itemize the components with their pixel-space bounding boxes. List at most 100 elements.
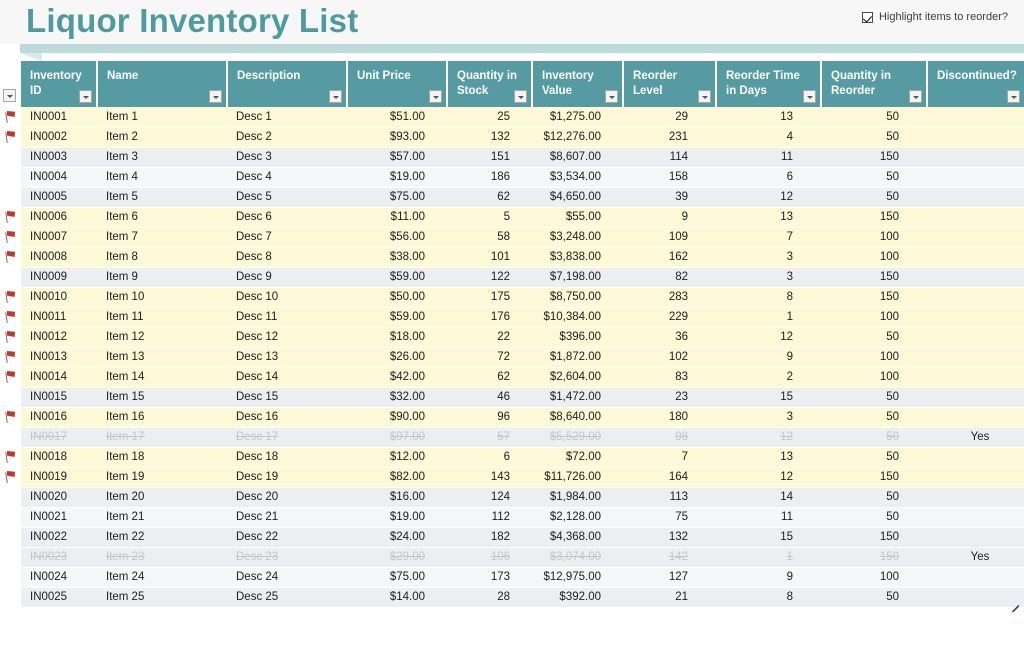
cell-description[interactable]: Desc 12 — [227, 327, 347, 347]
cell-inventory-id[interactable]: IN0023 — [21, 547, 97, 567]
cell-reorder-level[interactable]: 162 — [623, 247, 716, 267]
cell-reorder-level[interactable]: 114 — [623, 147, 716, 167]
cell-reorder-time-days[interactable]: 3 — [716, 407, 821, 427]
cell-unit-price[interactable]: $97.00 — [347, 427, 447, 447]
table-row[interactable]: IN0023Item 23Desc 23$29.00106$3,074.0014… — [0, 547, 1024, 567]
cell-reorder-level[interactable]: 229 — [623, 307, 716, 327]
cell-description[interactable]: Desc 20 — [227, 487, 347, 507]
highlight-reorder-toggle[interactable]: Highlight items to reorder? — [862, 11, 1008, 23]
cell-reorder-level[interactable]: 142 — [623, 547, 716, 567]
cell-inventory-value[interactable]: $3,838.00 — [532, 247, 623, 267]
cell-reorder-time-days[interactable]: 1 — [716, 307, 821, 327]
cell-inventory-id[interactable]: IN0018 — [21, 447, 97, 467]
cell-quantity-in-reorder[interactable]: 150 — [821, 287, 927, 307]
cell-description[interactable]: Desc 17 — [227, 427, 347, 447]
cell-reorder-time-days[interactable]: 12 — [716, 467, 821, 487]
cell-name[interactable]: Item 3 — [97, 147, 227, 167]
cell-name[interactable]: Item 18 — [97, 447, 227, 467]
cell-name[interactable]: Item 21 — [97, 507, 227, 527]
cell-reorder-time-days[interactable]: 12 — [716, 327, 821, 347]
cell-inventory-value[interactable]: $3,534.00 — [532, 167, 623, 187]
cell-unit-price[interactable]: $50.00 — [347, 287, 447, 307]
cell-name[interactable]: Item 16 — [97, 407, 227, 427]
cell-reorder-level[interactable]: 21 — [623, 587, 716, 607]
cell-quantity-in-stock[interactable]: 182 — [447, 527, 532, 547]
cell-description[interactable]: Desc 23 — [227, 547, 347, 567]
cell-description[interactable]: Desc 15 — [227, 387, 347, 407]
cell-quantity-in-stock[interactable]: 46 — [447, 387, 532, 407]
cell-unit-price[interactable]: $75.00 — [347, 187, 447, 207]
cell-inventory-id[interactable]: IN0009 — [21, 267, 97, 287]
cell-inventory-value[interactable]: $2,604.00 — [532, 367, 623, 387]
cell-unit-price[interactable]: $12.00 — [347, 447, 447, 467]
cell-description[interactable]: Desc 19 — [227, 467, 347, 487]
table-row[interactable]: IN0012Item 12Desc 12$18.0022$396.0036125… — [0, 327, 1024, 347]
cell-inventory-id[interactable]: IN0002 — [21, 127, 97, 147]
cell-name[interactable]: Item 25 — [97, 587, 227, 607]
cell-discontinued[interactable] — [927, 267, 1024, 287]
cell-discontinued[interactable] — [927, 487, 1024, 507]
cell-reorder-level[interactable]: 180 — [623, 407, 716, 427]
cell-description[interactable]: Desc 18 — [227, 447, 347, 467]
cell-quantity-in-reorder[interactable]: 150 — [821, 527, 927, 547]
cell-quantity-in-stock[interactable]: 106 — [447, 547, 532, 567]
cell-description[interactable]: Desc 14 — [227, 367, 347, 387]
cell-name[interactable]: Item 4 — [97, 167, 227, 187]
cell-name[interactable]: Item 7 — [97, 227, 227, 247]
cell-inventory-value[interactable]: $10,384.00 — [532, 307, 623, 327]
cell-discontinued[interactable] — [927, 147, 1024, 167]
table-resize-handle[interactable] — [1012, 605, 1019, 612]
table-row[interactable]: IN0013Item 13Desc 13$26.0072$1,872.00102… — [0, 347, 1024, 367]
cell-quantity-in-reorder[interactable]: 50 — [821, 447, 927, 467]
cell-inventory-id[interactable]: IN0004 — [21, 167, 97, 187]
cell-quantity-in-stock[interactable]: 6 — [447, 447, 532, 467]
column-header-reorder-level[interactable]: Reorder Level — [623, 61, 716, 107]
cell-inventory-id[interactable]: IN0011 — [21, 307, 97, 327]
cell-inventory-id[interactable]: IN0022 — [21, 527, 97, 547]
cell-description[interactable]: Desc 10 — [227, 287, 347, 307]
cell-reorder-time-days[interactable]: 12 — [716, 187, 821, 207]
cell-unit-price[interactable]: $59.00 — [347, 307, 447, 327]
cell-quantity-in-stock[interactable]: 122 — [447, 267, 532, 287]
cell-quantity-in-stock[interactable]: 173 — [447, 567, 532, 587]
cell-unit-price[interactable]: $82.00 — [347, 467, 447, 487]
cell-reorder-level[interactable]: 82 — [623, 267, 716, 287]
cell-quantity-in-stock[interactable]: 132 — [447, 127, 532, 147]
cell-inventory-value[interactable]: $5,529.00 — [532, 427, 623, 447]
cell-description[interactable]: Desc 11 — [227, 307, 347, 327]
cell-description[interactable]: Desc 22 — [227, 527, 347, 547]
cell-unit-price[interactable]: $24.00 — [347, 527, 447, 547]
cell-inventory-value[interactable]: $55.00 — [532, 207, 623, 227]
cell-inventory-id[interactable]: IN0017 — [21, 427, 97, 447]
filter-dropdown-icon-unit-price[interactable] — [429, 90, 442, 103]
cell-inventory-value[interactable]: $11,726.00 — [532, 467, 623, 487]
cell-discontinued[interactable] — [927, 527, 1024, 547]
filter-dropdown-icon-discontinued[interactable] — [1007, 90, 1020, 103]
cell-discontinued[interactable] — [927, 167, 1024, 187]
table-row[interactable]: IN0005Item 5Desc 5$75.0062$4,650.0039125… — [0, 187, 1024, 207]
cell-unit-price[interactable]: $38.00 — [347, 247, 447, 267]
cell-name[interactable]: Item 17 — [97, 427, 227, 447]
cell-description[interactable]: Desc 9 — [227, 267, 347, 287]
cell-description[interactable]: Desc 25 — [227, 587, 347, 607]
cell-name[interactable]: Item 10 — [97, 287, 227, 307]
cell-quantity-in-reorder[interactable]: 150 — [821, 147, 927, 167]
cell-inventory-value[interactable]: $2,128.00 — [532, 507, 623, 527]
column-header-inventory-id[interactable]: Inventory ID — [21, 61, 97, 107]
column-header-name[interactable]: Name — [97, 61, 227, 107]
filter-dropdown-icon-quantity-in-reorder[interactable] — [909, 90, 922, 103]
table-row[interactable]: IN0002Item 2Desc 2$93.00132$12,276.00231… — [0, 127, 1024, 147]
cell-reorder-level[interactable]: 132 — [623, 527, 716, 547]
cell-inventory-value[interactable]: $8,640.00 — [532, 407, 623, 427]
highlight-reorder-checkbox[interactable] — [862, 12, 873, 23]
cell-quantity-in-stock[interactable]: 143 — [447, 467, 532, 487]
cell-quantity-in-stock[interactable]: 175 — [447, 287, 532, 307]
filter-dropdown-icon-reorder-level[interactable] — [698, 90, 711, 103]
cell-name[interactable]: Item 11 — [97, 307, 227, 327]
cell-unit-price[interactable]: $90.00 — [347, 407, 447, 427]
cell-unit-price[interactable]: $11.00 — [347, 207, 447, 227]
column-header-quantity-in-reorder[interactable]: Quantity in Reorder — [821, 61, 927, 107]
cell-name[interactable]: Item 9 — [97, 267, 227, 287]
cell-reorder-level[interactable]: 29 — [623, 107, 716, 127]
cell-discontinued[interactable] — [927, 587, 1024, 607]
